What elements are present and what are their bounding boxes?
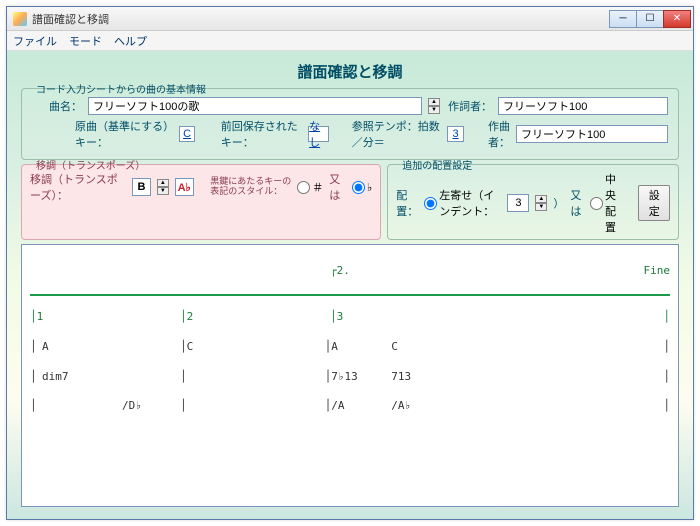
basic-info-group: コード入力シートからの曲の基本情報 曲名： ▲ ▼ 作詞者： 原曲（基準にする）… [21, 88, 679, 160]
chord-r3c1: /D♭ [122, 399, 180, 414]
layout-legend: 追加の配置設定 [398, 157, 476, 172]
titlebar: 譜面確認と移調 ─ ☐ ✕ [7, 7, 693, 31]
layout-panel: 追加の配置設定 配置： 左寄せ（インデント： ▲ ▼ ） 又は 中央配置 設定 [387, 164, 679, 240]
saved-key-value: なし [308, 126, 329, 142]
menu-file[interactable]: ファイル [13, 33, 57, 49]
left-align-radio[interactable]: 左寄せ（インデント： [424, 187, 501, 219]
page-title: 譜面確認と移調 [21, 61, 679, 82]
style-label: 黒鍵にあたるキーの 表記のスタイル： [210, 177, 291, 197]
transpose-legend: 移調（トランスポーズ） [32, 157, 149, 172]
transpose-spinner[interactable]: ▲ ▼ [157, 179, 169, 195]
layout-label: 配置： [396, 187, 418, 219]
center-align-radio[interactable]: 中央配置 [590, 171, 626, 235]
transpose-key-2[interactable]: A♭ [175, 178, 194, 196]
menu-help[interactable]: ヘルプ [114, 33, 147, 49]
apply-button[interactable]: 設定 [638, 185, 670, 221]
tempo-label: 参照テンポ：拍数／分＝ [352, 118, 441, 150]
transpose-key-1[interactable]: B [132, 178, 151, 196]
chevron-down-icon[interactable]: ▼ [535, 203, 547, 211]
score-view[interactable]: ┌2.Fine │1│2│3│ │A│C│AC│ │dim7││7♭13713│… [21, 244, 679, 507]
song-input[interactable] [88, 97, 422, 115]
transpose-label: 移調（トランスポーズ）： [30, 171, 126, 203]
lyricist-input[interactable] [498, 97, 668, 115]
composer-input[interactable] [516, 125, 668, 143]
chord-r3c4: /A♭ [391, 399, 451, 414]
bar-end: │ [480, 310, 670, 325]
menu-mode[interactable]: モード [69, 33, 102, 49]
tempo-value: 3 [447, 126, 464, 142]
app-icon [13, 12, 27, 26]
app-window: 譜面確認と移調 ─ ☐ ✕ ファイル モード ヘルプ 譜面確認と移調 コード入力… [6, 6, 694, 520]
menubar: ファイル モード ヘルプ [7, 31, 693, 51]
score-repeat-mark: ┌2. [330, 264, 350, 279]
indent-input[interactable] [507, 194, 529, 212]
window-title: 譜面確認と移調 [32, 11, 610, 27]
chord-r1c4: C [391, 340, 451, 355]
chevron-up-icon[interactable]: ▲ [157, 179, 169, 187]
basic-info-legend: コード入力シートからの曲の基本情報 [32, 81, 210, 96]
score-rule [30, 294, 670, 296]
chevron-up-icon[interactable]: ▲ [428, 98, 440, 106]
bar-3: │3 [330, 310, 480, 325]
composer-label: 作曲者： [476, 118, 510, 150]
orig-key-value[interactable]: C [179, 126, 196, 142]
maximize-button[interactable]: ☐ [636, 10, 664, 28]
transpose-or: 又は [329, 171, 346, 203]
sharp-radio[interactable]: ＃ [297, 179, 323, 195]
layout-or: 又は [570, 187, 584, 219]
indent-close: ） [553, 195, 564, 211]
chevron-down-icon[interactable]: ▼ [157, 187, 169, 195]
orig-key-label: 原曲（基準にする）キー： [75, 118, 173, 150]
song-label: 曲名： [32, 98, 82, 114]
chevron-down-icon[interactable]: ▼ [428, 106, 440, 114]
indent-spinner[interactable]: ▲ ▼ [535, 195, 547, 211]
bar-1: │1 [30, 310, 180, 325]
song-spinner[interactable]: ▲ ▼ [428, 98, 440, 114]
minimize-button[interactable]: ─ [609, 10, 637, 28]
chord-r2c3: 7♭13 [331, 370, 391, 385]
chevron-up-icon[interactable]: ▲ [535, 195, 547, 203]
chord-r3c3: /A [331, 399, 391, 414]
content-area: 譜面確認と移調 コード入力シートからの曲の基本情報 曲名： ▲ ▼ 作詞者： 原… [7, 51, 693, 519]
chord-r1c1: A [42, 340, 102, 355]
chord-r2c1: dim7 [42, 370, 102, 385]
bar-2: │2 [180, 310, 330, 325]
saved-key-label: 前回保存されたキー： [221, 118, 302, 150]
transpose-panel: 移調（トランスポーズ） 移調（トランスポーズ）： B ▲ ▼ A♭ 黒鍵にあたる… [21, 164, 381, 240]
chord-r1c3: A [331, 340, 391, 355]
chord-r1c2: C [187, 340, 247, 355]
score-fine: Fine [590, 264, 670, 279]
lyricist-label: 作詞者： [446, 98, 492, 114]
chord-r2c4: 713 [391, 370, 451, 385]
window-buttons: ─ ☐ ✕ [610, 10, 691, 28]
close-button[interactable]: ✕ [663, 10, 691, 28]
flat-radio[interactable]: ♭ [352, 181, 372, 194]
